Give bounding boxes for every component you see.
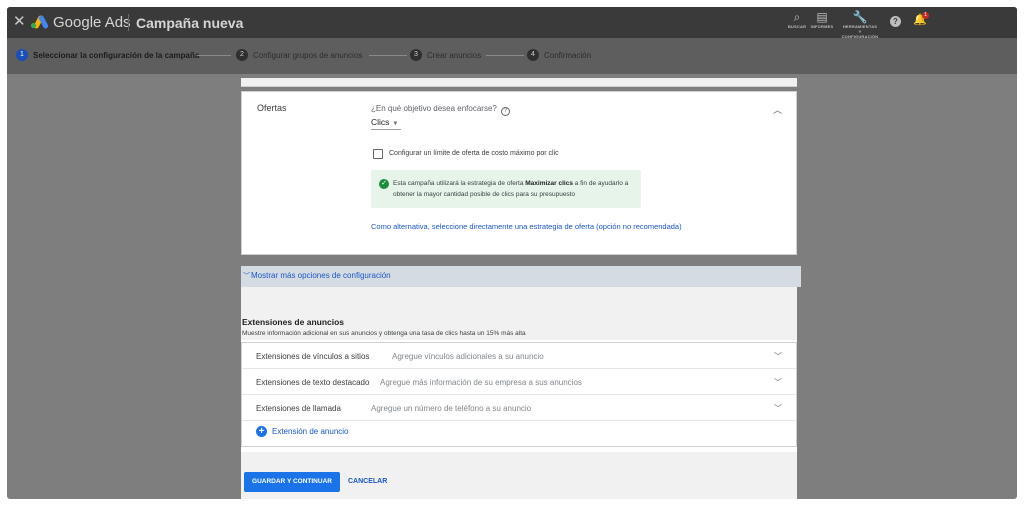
reports-label: INFORMES	[810, 24, 834, 29]
call-extensions-row[interactable]: Extensiones de llamada Agregue un número…	[242, 395, 796, 421]
extension-name: Extensiones de llamada	[256, 404, 341, 413]
step-number: 4	[527, 49, 539, 61]
strategy-name: Maximizar clics	[525, 180, 573, 187]
extension-hint: Agregue un número de teléfono a su anunc…	[371, 404, 532, 413]
wrench-icon: 🔧	[852, 10, 868, 24]
help-circle-icon[interactable]: ?	[500, 107, 510, 116]
extension-name: Extensiones de texto destacado	[256, 378, 370, 387]
step-connector	[369, 55, 407, 56]
extension-name: Extensiones de vínculos a sitios	[256, 352, 370, 361]
step-label: Confirmación	[544, 51, 592, 60]
bid-focus-select[interactable]: Clics ▼	[371, 117, 401, 130]
max-cpc-limit-label: Configurar un límite de oferta de costo …	[389, 150, 559, 157]
previous-section-edge	[241, 78, 797, 87]
chevron-down-icon: ﹀	[774, 352, 782, 361]
campaign-stepper: 1 Seleccionar la configuración de la camp…	[7, 38, 1017, 74]
chevron-down-icon: ﹀	[774, 378, 782, 387]
top-bar: ✕ Google Ads Campaña nueva ⌕ BUSCAR ▤ IN…	[7, 7, 1017, 39]
title-divider	[128, 14, 129, 31]
page-title: Campaña nueva	[136, 15, 244, 31]
chevron-down-icon: ﹀	[243, 273, 250, 280]
notification-badge: 1	[922, 12, 929, 19]
bid-focus-question-text: ¿En qué objetivo desea enfocarse?	[371, 104, 497, 113]
chevron-up-icon[interactable]: ︿	[773, 103, 782, 116]
check-circle-icon: ✓	[379, 179, 389, 189]
dropdown-caret-icon: ▼	[392, 121, 399, 127]
step-connector	[197, 55, 231, 56]
more-settings-toggle[interactable]: ﹀ Mostrar más opciones de configuración	[241, 266, 801, 287]
sitelink-extensions-row[interactable]: Extensiones de vínculos a sitios Agregue…	[242, 343, 796, 369]
step-ad-groups[interactable]: 2 Configurar grupos de anuncios	[236, 49, 362, 62]
alternative-strategy-link[interactable]: Como alternativa, seleccione directament…	[371, 222, 682, 231]
help-icon[interactable]: ?	[890, 16, 901, 27]
save-continue-button[interactable]: GUARDAR Y CONTINUAR	[244, 472, 340, 492]
tools-settings-label: HERRAMIENTAS Y CONFIGURACIÓN	[841, 24, 879, 39]
max-cpc-limit-checkbox[interactable]	[373, 149, 383, 159]
more-settings-label: Mostrar más opciones de configuración	[251, 271, 391, 280]
reports-icon: ▤	[816, 10, 828, 24]
step-label: Crear anuncios	[427, 51, 482, 60]
step-label: Seleccionar la configuración de la campa…	[33, 51, 200, 60]
search-icon: ⌕	[793, 10, 801, 24]
google-ads-logo-icon	[30, 15, 48, 29]
bids-title: Ofertas	[257, 103, 287, 113]
main-content: Ofertas ¿En qué objetivo desea enfocarse…	[7, 74, 1017, 499]
search-label: BUSCAR	[787, 24, 807, 29]
plus-circle-icon: +	[256, 426, 267, 437]
app-window: ✕ Google Ads Campaña nueva ⌕ BUSCAR ▤ IN…	[7, 7, 1017, 499]
strategy-info-prefix: Esta campaña utilizará la estrategia de …	[393, 180, 526, 187]
ad-extensions-subtitle: Muestre información adicional en sus anu…	[242, 330, 526, 337]
ad-extensions-section: Extensiones de anuncios Muestre informac…	[241, 287, 797, 499]
ad-extensions-header: Extensiones de anuncios Muestre informac…	[241, 287, 797, 340]
step-create-ads[interactable]: 3 Crear anuncios	[410, 49, 481, 62]
ad-extensions-title: Extensiones de anuncios	[242, 317, 345, 327]
bids-section: Ofertas ¿En qué objetivo desea enfocarse…	[241, 91, 797, 255]
bid-focus-value: Clics	[371, 117, 390, 127]
search-button[interactable]: ⌕ BUSCAR	[785, 10, 809, 29]
ad-extensions-list: Extensiones de vínculos a sitios Agregue…	[241, 342, 797, 447]
close-icon[interactable]: ✕	[13, 13, 26, 31]
step-number: 3	[410, 49, 422, 61]
callout-extensions-row[interactable]: Extensiones de texto destacado Agregue m…	[242, 369, 796, 395]
step-number: 2	[236, 49, 248, 61]
bid-focus-question: ¿En qué objetivo desea enfocarse??	[371, 104, 510, 116]
chevron-down-icon: ﹀	[774, 404, 782, 413]
brand-name: Google Ads	[53, 14, 131, 31]
extension-hint: Agregue vínculos adicionales a su anunci…	[392, 352, 544, 361]
form-footer: GUARDAR Y CONTINUAR CANCELAR	[241, 452, 797, 499]
strategy-info-text: Esta campaña utilizará la estrategia de …	[393, 178, 637, 200]
tools-settings-button[interactable]: 🔧 HERRAMIENTAS Y CONFIGURACIÓN	[841, 10, 879, 39]
cancel-button[interactable]: CANCELAR	[348, 472, 387, 492]
step-number: 1	[16, 49, 28, 61]
extension-hint: Agregue más información de su empresa a …	[380, 378, 582, 387]
step-confirmation[interactable]: 4 Confirmación	[527, 49, 591, 62]
strategy-info-box: ✓ Esta campaña utilizará la estrategia d…	[371, 170, 641, 208]
reports-button[interactable]: ▤ INFORMES	[809, 10, 835, 29]
step-select-settings[interactable]: 1 Seleccionar la configuración de la camp…	[16, 49, 199, 62]
step-connector	[486, 55, 524, 56]
add-extension-label: Extensión de anuncio	[272, 427, 349, 436]
step-label: Configurar grupos de anuncios	[253, 51, 363, 60]
